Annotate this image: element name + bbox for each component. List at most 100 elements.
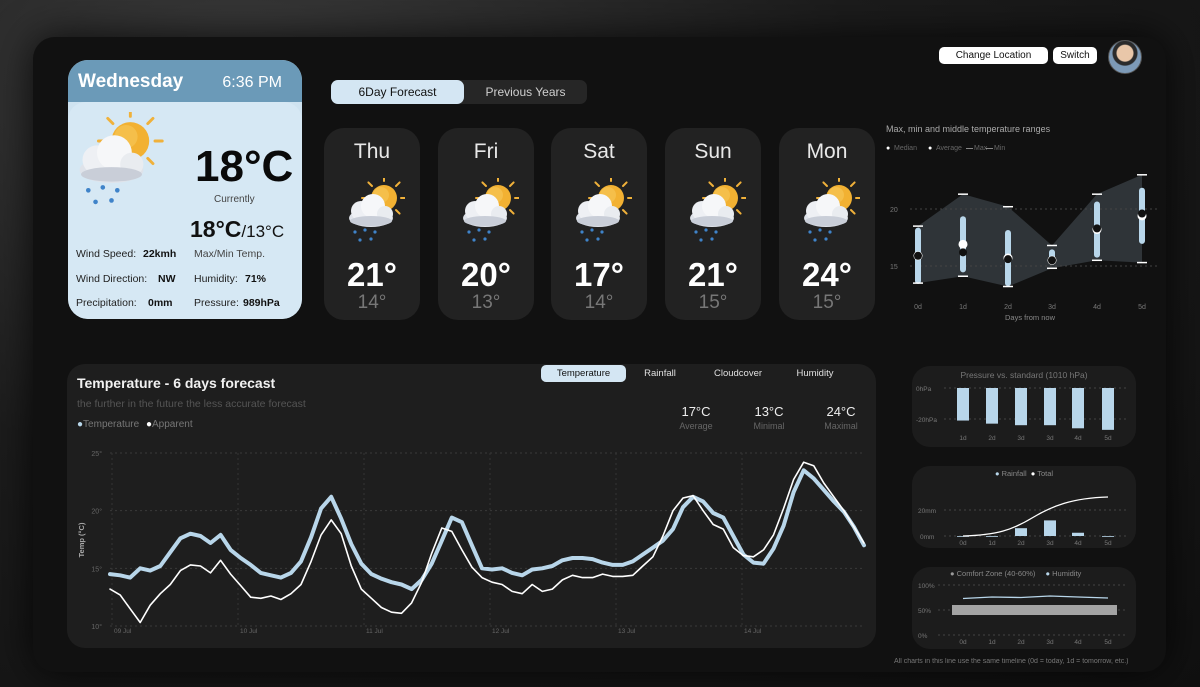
today-time: 6:36 PM [222,74,282,91]
temperature-series-line [108,468,866,592]
pressure-bar [986,388,998,424]
y-tick-label: 100% [918,583,935,590]
forecast-card-sat[interactable]: Sat 17° 14° [551,128,647,320]
currently-label: Currently [214,194,255,205]
stat-maximal-value: 24°C [826,404,856,419]
today-temp: 18°C [195,142,294,191]
legend-apparent: Apparent [152,419,193,430]
y-tick-label: 0mm [920,534,934,541]
range-chart: ● Median ● Average — Max— Min15200d 1d 2d 3d 4d 5dD… [886,145,1158,322]
pressure-label: Pressure: [194,297,239,309]
forecast-card-sun[interactable]: Sun 21° 15° [665,128,761,320]
forecast-day: Fri [473,140,499,163]
forecast-card-mon[interactable]: Mon 24° 15° [779,128,875,320]
main-chart-subtitle: the further in the future the less accur… [77,398,306,410]
x-tick-label: 3d [1017,435,1025,442]
pressure-value: 989hPa [243,297,280,309]
legend-rainfall: Rainfall [1001,469,1027,478]
temperature-line-chart: 10° 15° 20° 25° Temp (°C) 09 Jul 10 Jul 11 Jul 1… [77,450,866,635]
legend-dot-total: ● [1030,469,1036,478]
x-tick-label: 3d [1046,639,1054,646]
maxmin-label: Max/Min Temp. [194,248,265,260]
legend-marker: — [986,145,993,152]
today-header: Wednesday 6:36 PM [68,60,302,102]
range-band [918,174,1142,287]
legend-dot-comfort: ● [950,569,955,578]
tab-6day-forecast[interactable]: 6Day Forecast [331,80,464,104]
rainfall-bar [1102,536,1114,537]
change-location-button[interactable]: Change Location [939,47,1048,64]
x-tick-label: 2d [988,435,996,442]
forecast-tabbar: 6Day Forecast Previous Years [331,80,587,104]
wind-speed-value: 22kmh [143,248,177,260]
stat-minimal-label: Minimal [753,421,785,431]
tab-humidity[interactable]: Humidity [784,365,846,382]
stat-minimal-value: 13°C [754,404,784,419]
total-line [962,496,1109,537]
x-tick-label: 5d [1104,639,1112,646]
y-tick-label: -20hPa [916,417,937,424]
legend-median: Median [894,145,917,152]
legend-marker: ● [886,145,890,152]
forecast-day: Thu [353,140,391,163]
humidity-label: Humidity: [194,273,238,285]
y-tick-label: 10° [91,623,102,631]
x-tick-label: 4d [1074,639,1082,646]
legend-average: Average [936,145,962,152]
partly-cloudy-rain-icon [349,178,405,242]
legend-humidity: Humidity [1052,569,1082,578]
y-axis-label: Temp (°C) [77,522,86,557]
x-tick-label: 3d [1048,304,1056,311]
switch-button[interactable]: Switch [1053,47,1097,64]
x-tick-label: 1d [988,540,996,547]
tab-temperature[interactable]: Temperature [541,365,626,382]
partly-cloudy-rain-icon [576,178,632,242]
today-max-min: 18°C/13°C [190,216,284,243]
x-tick-label: 1d [959,304,967,311]
forecast-low: 13° [471,292,501,313]
y-tick-label: 15 [890,264,898,271]
forecast-card-fri[interactable]: Fri 20° 13° [438,128,534,320]
legend-temperature: Temperature [83,419,140,430]
avatar[interactable] [1108,40,1142,74]
x-tick-label: 2d [1004,304,1012,311]
precipitation-value: 0mm [148,297,173,309]
x-tick-label: 0d [959,540,967,547]
pressure-bar [1044,388,1056,426]
partly-cloudy-rain-icon [79,112,164,205]
x-tick-label: 4d [1093,304,1101,311]
stat-average-value: 17°C [681,404,711,419]
today-max: 18°C [190,216,242,242]
partly-cloudy-rain-icon [690,178,746,242]
forecast-low: 15° [698,292,728,313]
median-point [959,248,967,257]
humidity-line-chart: 100% 50% 0% 0d 1d 2d 3d 4d 5d [918,583,1127,646]
forecast-high: 17° [574,256,624,293]
average-point [958,239,968,249]
y-tick-label: 15° [91,565,102,573]
x-tick-label: 4d [1074,540,1082,547]
apparent-series-line [109,461,865,624]
x-tick-label: 5d [1104,435,1112,442]
x-tick-label: 3d [1046,435,1054,442]
y-tick-label: 20mm [918,508,936,515]
y-tick-label: 20° [91,508,102,516]
x-tick-label: 2d [1017,639,1025,646]
main-chart-legend: ●Temperature ●Apparent [77,419,193,430]
tab-previous-years[interactable]: Previous Years [464,80,587,104]
tab-cloudcover[interactable]: Cloudcover [702,365,774,382]
forecast-day: Sat [583,140,615,163]
y-tick-label: 25° [91,450,102,458]
y-tick-label: 50% [918,608,931,615]
main-chart-title: Temperature - 6 days forecast [77,375,276,391]
x-tick-label: 12 Jul [492,628,510,635]
forecast-card-thu[interactable]: Thu 21° 14° [324,128,420,320]
legend-marker: ● [928,145,932,152]
rainfall-bar [1044,520,1056,536]
x-tick-label: 10 Jul [240,628,258,635]
pressure-bar [1102,388,1114,430]
median-point [914,251,922,260]
tab-rainfall[interactable]: Rainfall [630,365,690,382]
humidity-line [962,595,1109,600]
legend-total: Total [1037,469,1054,478]
